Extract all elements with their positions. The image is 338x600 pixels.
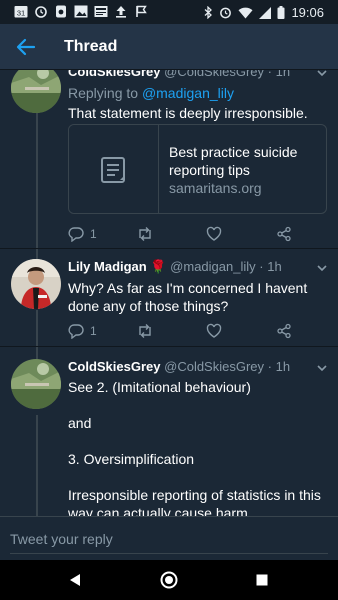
tweet-text-line	[68, 396, 326, 414]
nav-back-icon[interactable]	[66, 570, 86, 590]
tweet-text: See 2. (Imitational behaviour) and 3. Ov…	[68, 378, 326, 516]
chevron-down-icon[interactable]	[316, 362, 328, 374]
reply-count: 1	[90, 227, 97, 241]
nav-home-icon[interactable]	[159, 570, 179, 590]
reply-button[interactable]: 1	[68, 321, 97, 341]
news-icon	[94, 6, 108, 17]
avatar[interactable]	[11, 259, 61, 309]
reply-bar	[0, 516, 338, 560]
retweet-button[interactable]	[136, 321, 154, 341]
calendar-day: 31	[17, 9, 25, 18]
tweet[interactable]: Lily Madigan 🌹 @madigan_lily · 1h Why? A…	[0, 249, 338, 346]
status-bar-system: 19:06	[204, 5, 324, 20]
like-button[interactable]	[206, 321, 222, 341]
reply-underline	[10, 553, 328, 554]
battery-icon	[277, 6, 285, 19]
bluetooth-icon	[205, 6, 213, 19]
tweet-time: 1h	[275, 70, 291, 79]
card-domain: samaritans.org	[169, 180, 262, 196]
reply-icon	[68, 324, 84, 339]
link-card[interactable]: Best practice suicide reporting tips sam…	[68, 124, 327, 214]
tweet-time: 1h	[275, 359, 291, 374]
tweet-header: ColdSkiesGrey @ColdSkiesGrey · 1h	[68, 70, 326, 79]
thread-list[interactable]: ColdSkiesGrey @ColdSkiesGrey · 1h Replyi…	[0, 70, 338, 516]
app-icon	[56, 5, 66, 18]
avatar-landscape-image	[11, 359, 61, 409]
tweet-text-line: Irresponsible reporting of statistics in…	[68, 487, 321, 516]
tweet-text-line	[68, 468, 326, 486]
tweet-author-handle: @ColdSkiesGrey	[164, 359, 265, 374]
calendar-icon: 31	[14, 6, 28, 18]
tweet-author-name[interactable]: ColdSkiesGrey	[68, 359, 161, 374]
signal-icon	[259, 6, 272, 19]
nav-recents-icon[interactable]	[252, 570, 272, 590]
upload-icon	[116, 6, 126, 18]
tweet-text: Why? As far as I'm concerned I havent do…	[68, 280, 308, 314]
page-title: Thread	[64, 38, 118, 55]
card-thumbnail	[69, 125, 159, 213]
avatar[interactable]	[11, 359, 61, 409]
app-bar: Thread	[0, 24, 338, 70]
tweet-text-line: 3. Oversimplification	[68, 451, 195, 467]
tweet-text-line: and	[68, 415, 92, 431]
replying-to: Replying to @madigan_lily	[68, 85, 326, 101]
avatar-portrait-image	[11, 259, 61, 309]
replying-mention-link[interactable]: @madigan_lily	[142, 85, 234, 101]
alarm-icon	[35, 6, 47, 18]
chevron-down-icon[interactable]	[316, 262, 328, 274]
avatar[interactable]	[11, 70, 61, 113]
avatar-landscape-image	[11, 70, 61, 113]
tweet-actions: 1	[68, 224, 308, 244]
tweet-author-name[interactable]: ColdSkiesGrey	[68, 70, 161, 79]
replying-label: Replying to	[68, 85, 139, 101]
share-button[interactable]	[276, 224, 292, 244]
share-icon	[277, 323, 291, 339]
tweet-time: 1h	[267, 259, 282, 274]
tweet-header: ColdSkiesGrey @ColdSkiesGrey · 1h	[68, 359, 291, 374]
flag-icon	[136, 5, 147, 17]
back-arrow-icon[interactable]	[14, 35, 38, 59]
like-button[interactable]	[206, 224, 222, 244]
tweet-text-line	[68, 432, 326, 450]
card-title: Best practice suicide reporting tips	[169, 144, 298, 178]
image-icon	[74, 5, 88, 18]
retweet-icon	[139, 227, 151, 241]
tweet-header: Lily Madigan 🌹 @madigan_lily · 1h	[68, 259, 282, 274]
tweet-text-line: See 2. (Imitational behaviour)	[68, 379, 251, 395]
reply-count: 1	[90, 324, 97, 338]
share-button[interactable]	[276, 321, 292, 341]
retweet-icon	[139, 324, 151, 338]
tweet-text: That statement is deeply irresponsible.	[68, 105, 308, 121]
reply-button[interactable]: 1	[68, 224, 97, 244]
status-bar-notifications: 31	[14, 5, 148, 18]
tweet[interactable]: ColdSkiesGrey @ColdSkiesGrey · 1h Replyi…	[0, 70, 338, 248]
retweet-button[interactable]	[136, 224, 154, 244]
wifi-icon	[238, 7, 253, 18]
tweet-author-handle: @madigan_lily	[170, 259, 256, 274]
reply-input[interactable]	[10, 526, 326, 552]
status-bar: 31 19:06	[0, 0, 338, 24]
heart-icon	[206, 226, 222, 241]
status-time: 19:06	[291, 5, 324, 20]
tweet[interactable]: ColdSkiesGrey @ColdSkiesGrey · 1h See 2.…	[0, 347, 338, 516]
tweet-actions: 1	[68, 321, 308, 341]
article-icon	[101, 157, 125, 183]
reply-icon	[68, 227, 84, 242]
tweet-author-handle: @ColdSkiesGrey	[164, 70, 265, 79]
chevron-down-icon[interactable]	[316, 70, 328, 79]
navigation-bar	[0, 560, 338, 600]
heart-icon	[206, 323, 222, 338]
name-emoji: 🌹	[150, 259, 167, 274]
tweet-author-name[interactable]: Lily Madigan	[68, 259, 147, 274]
alarm-icon	[220, 7, 232, 19]
share-icon	[277, 226, 291, 242]
